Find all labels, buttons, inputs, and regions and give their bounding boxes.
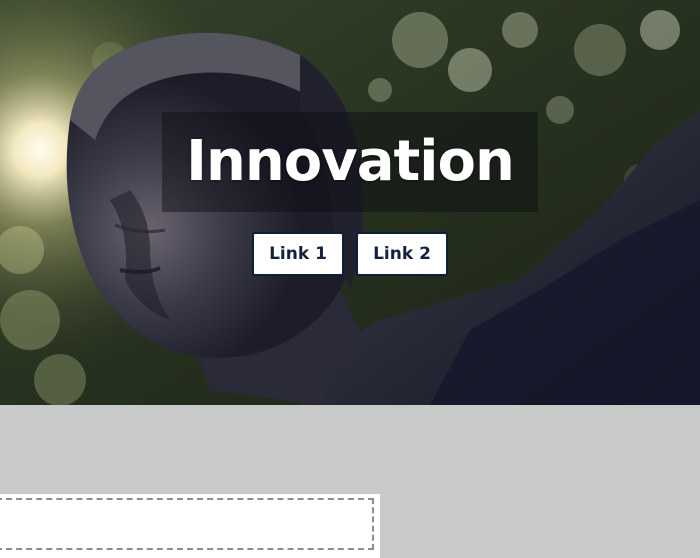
content-panel — [0, 494, 380, 558]
dashed-outline — [0, 498, 374, 550]
link-1-button[interactable]: Link 1 — [252, 232, 344, 276]
hero-section: Innovation Link 1 Link 2 — [0, 0, 700, 405]
link-2-button[interactable]: Link 2 — [356, 232, 448, 276]
hero-title: Innovation — [186, 129, 515, 194]
